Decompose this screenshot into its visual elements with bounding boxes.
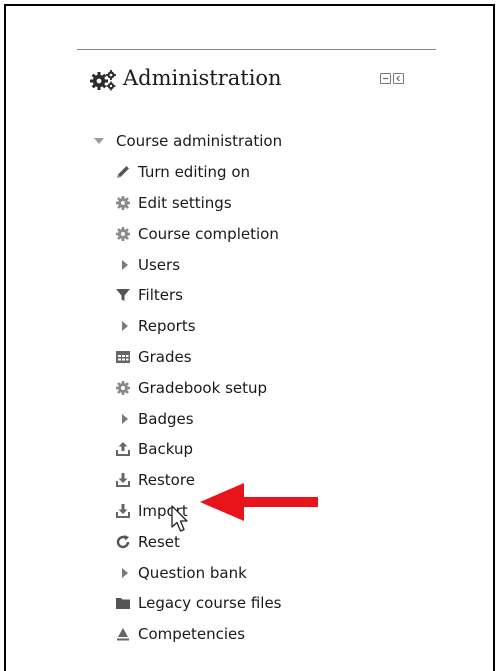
mouse-pointer-icon [171, 505, 188, 532]
table-icon [114, 348, 132, 366]
download-icon [114, 471, 132, 489]
tree-item-users[interactable]: Users [92, 249, 282, 280]
caret-right-icon [114, 256, 132, 274]
competencies-icon [114, 625, 132, 643]
folder-icon [114, 594, 132, 612]
move-left-icon[interactable] [393, 73, 404, 84]
tree-item-badges[interactable]: Badges [92, 403, 282, 434]
block-controls [380, 73, 404, 84]
pencil-icon [114, 163, 132, 181]
tree-item-course-completion[interactable]: Course completion [92, 218, 282, 249]
tree-item-legacy-course-files[interactable]: Legacy course files [92, 588, 282, 619]
tree-item-turn-editing-on[interactable]: Turn editing on [92, 157, 282, 188]
course-admin-tree: Course administration Turn editing on Ed… [92, 126, 282, 650]
block-title: Administration [123, 66, 282, 90]
cog-icon [114, 225, 132, 243]
caret-right-icon [114, 564, 132, 582]
tree-item-edit-settings[interactable]: Edit settings [92, 188, 282, 219]
administration-block: Administration Course administration Tur… [77, 49, 436, 643]
tree-item-competencies[interactable]: Competencies [92, 619, 282, 650]
annotation-arrow [200, 483, 318, 521]
cog-icon [114, 194, 132, 212]
gears-icon [90, 70, 116, 91]
tree-item-backup[interactable]: Backup [92, 434, 282, 465]
tree-item-filters[interactable]: Filters [92, 280, 282, 311]
tree-item-gradebook-setup[interactable]: Gradebook setup [92, 372, 282, 403]
tree-item-grades[interactable]: Grades [92, 342, 282, 373]
reset-icon [114, 533, 132, 551]
tree-root-course-administration[interactable]: Course administration [92, 126, 282, 157]
download-icon [114, 502, 132, 520]
block-header: Administration [77, 50, 436, 110]
tree-item-question-bank[interactable]: Question bank [92, 557, 282, 588]
filter-icon [114, 286, 132, 304]
cog-icon [114, 379, 132, 397]
tree-item-reports[interactable]: Reports [92, 311, 282, 342]
caret-right-icon [114, 410, 132, 428]
caret-right-icon [114, 317, 132, 335]
dock-minus-icon[interactable] [380, 73, 391, 84]
upload-icon [114, 440, 132, 458]
caret-down-icon [94, 138, 104, 145]
